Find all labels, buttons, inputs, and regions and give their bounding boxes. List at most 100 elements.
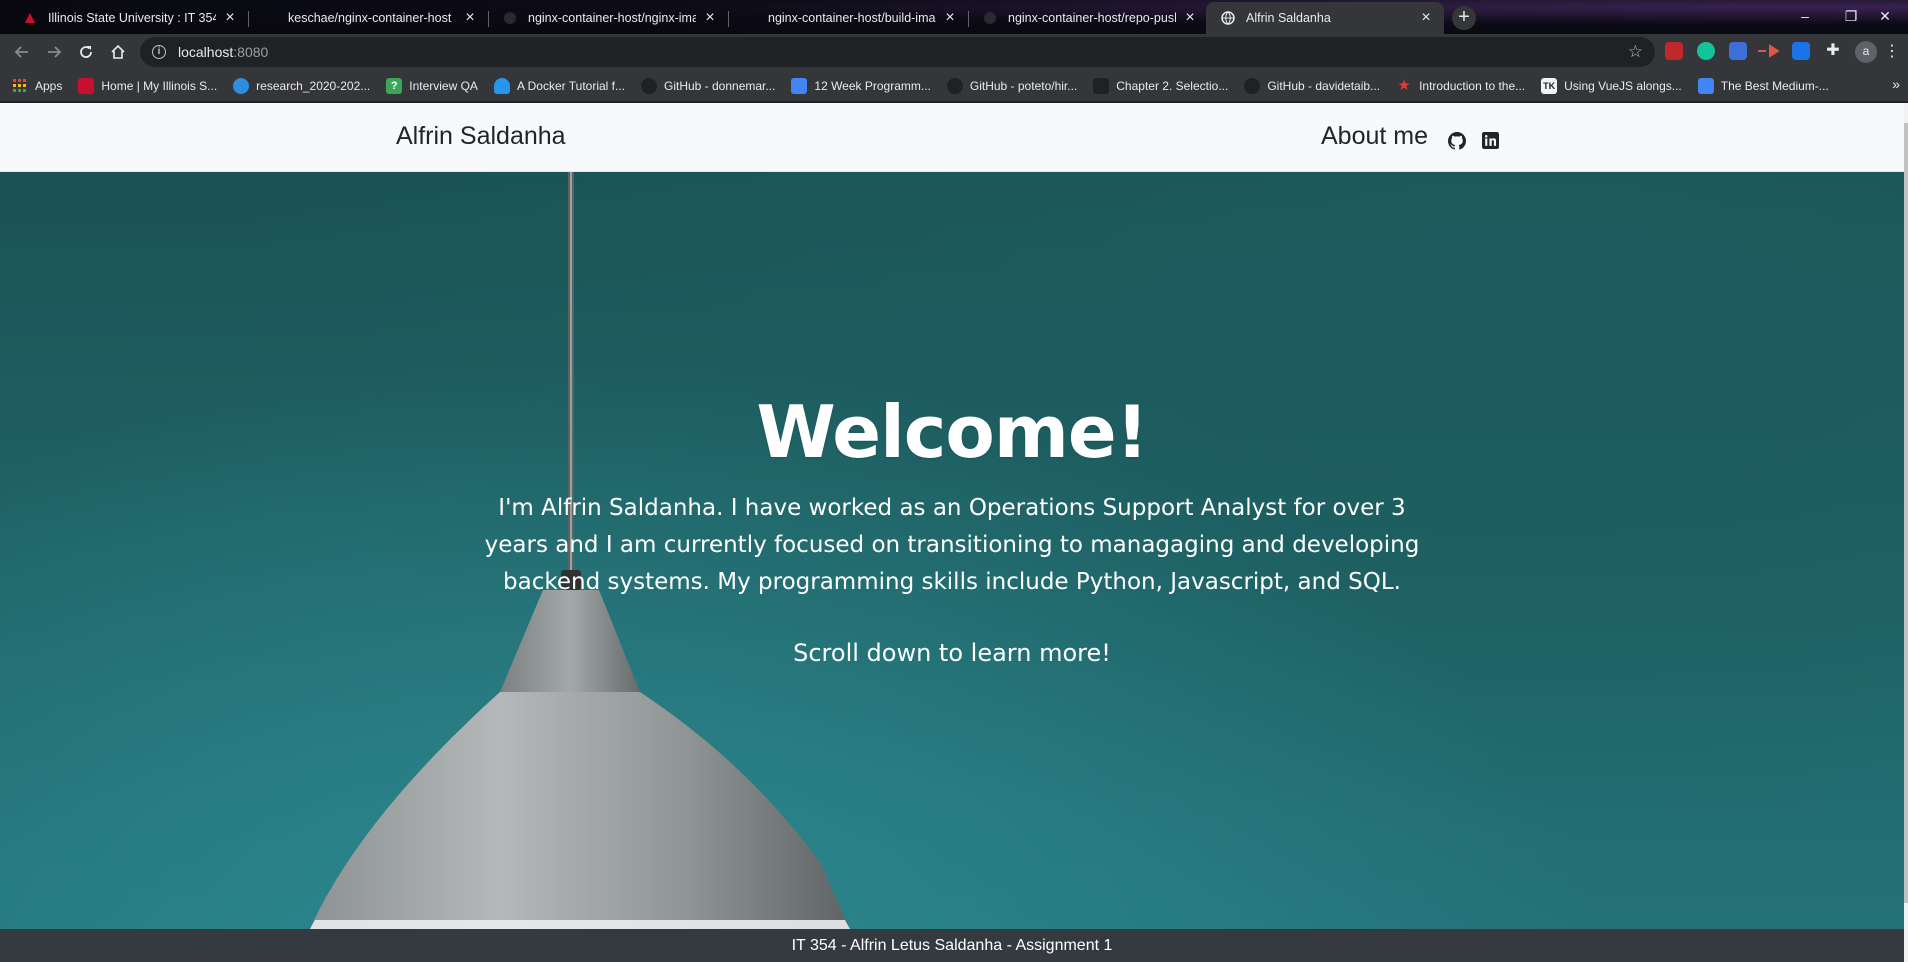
- bookmark-label: research_2020-202...: [256, 78, 371, 93]
- reload-icon: [80, 46, 92, 58]
- tab-close-icon[interactable]: ×: [1182, 10, 1198, 26]
- bookmark-research[interactable]: research_2020-202...: [233, 77, 371, 94]
- tab-close-icon[interactable]: ×: [462, 10, 478, 26]
- record-extension-icon[interactable]: [1757, 42, 1780, 60]
- close-window-button[interactable]: ✕: [1862, 4, 1908, 28]
- bookmark-label: Chapter 2. Selectio...: [1116, 78, 1229, 93]
- extension-blue-icon[interactable]: [1729, 42, 1747, 60]
- globe-icon: [1220, 10, 1236, 26]
- github-icon: [742, 10, 758, 26]
- tab-close-icon[interactable]: ×: [222, 10, 238, 26]
- profile-avatar[interactable]: a: [1855, 41, 1877, 63]
- question-icon: ?: [386, 77, 403, 94]
- home-button[interactable]: [106, 40, 130, 64]
- forward-button[interactable]: [42, 40, 66, 64]
- book-icon: [1093, 77, 1110, 94]
- tab-keschae-nginx[interactable]: keschae/nginx-container-host ×: [248, 2, 488, 34]
- bookmark-my-illinois[interactable]: Home | My Illinois S...: [78, 77, 218, 94]
- nav-about-me-link[interactable]: About me: [1321, 122, 1428, 151]
- github-icon[interactable]: [1448, 132, 1466, 150]
- tab-title: Illinois State University : IT 354 00: [48, 11, 216, 25]
- new-tab-button[interactable]: +: [1452, 6, 1476, 30]
- tab-build-image[interactable]: nginx-container-host/build-imag ×: [728, 2, 968, 34]
- tab-title: Alfrin Saldanha: [1246, 11, 1331, 25]
- tab-title: nginx-container-host/nginx-imag: [528, 11, 696, 25]
- arrow-right-icon: [48, 46, 62, 58]
- tab-close-icon[interactable]: ×: [1418, 10, 1434, 26]
- address-bar[interactable]: i localhost :8080 ☆: [140, 37, 1655, 67]
- reload-button[interactable]: [74, 40, 98, 64]
- bookmark-label: 12 Week Programm...: [814, 78, 931, 93]
- bookmark-best-medium[interactable]: The Best Medium-...: [1697, 77, 1829, 94]
- tab-illinois-state[interactable]: Illinois State University : IT 354 00 ×: [8, 2, 248, 34]
- tab-repo-push[interactable]: nginx-container-host/repo-push ×: [968, 2, 1208, 34]
- bookmark-12-week[interactable]: 12 Week Programm...: [791, 77, 931, 94]
- minimize-button[interactable]: –: [1782, 4, 1828, 28]
- apps-grid-icon: [12, 78, 28, 94]
- star-badge-icon: ★: [1397, 76, 1411, 94]
- linkedin-icon[interactable]: [1482, 132, 1500, 150]
- bookmark-introduction[interactable]: ★ Introduction to the...: [1396, 76, 1526, 94]
- bookmark-label: Home | My Illinois S...: [101, 78, 218, 93]
- bookmark-label: The Best Medium-...: [1720, 78, 1829, 93]
- browser-menu-icon[interactable]: ⋮: [1880, 40, 1904, 64]
- site-brand-link[interactable]: Alfrin Saldanha: [396, 122, 566, 151]
- hero-intro-paragraph: I'm Alfrin Saldanha. I have worked as an…: [484, 495, 1420, 595]
- hero-heading: Welcome!: [756, 390, 1148, 474]
- tab-close-icon[interactable]: ×: [942, 10, 958, 26]
- tab-alfrin-saldanha[interactable]: Alfrin Saldanha ×: [1206, 2, 1444, 34]
- page-viewport: Alfrin Saldanha About me Welcome! I'm Al…: [0, 103, 1908, 962]
- home-icon: [111, 44, 125, 59]
- bookmark-label: GitHub - davidetaib...: [1267, 78, 1381, 93]
- github-icon: [502, 10, 518, 26]
- page-scrollbar[interactable]: [1904, 103, 1908, 962]
- doc-blue-icon: [1697, 77, 1714, 94]
- bookmark-label: Using VueJS alongs...: [1564, 78, 1682, 93]
- bookmarks-overflow-icon[interactable]: »: [1892, 76, 1900, 92]
- bookmark-apps[interactable]: Apps: [12, 78, 62, 94]
- site-footer: IT 354 - Alfrin Letus Saldanha - Assignm…: [0, 929, 1904, 962]
- bookmark-label: A Docker Tutorial f...: [516, 78, 625, 93]
- bookmark-chapter-2[interactable]: Chapter 2. Selectio...: [1093, 77, 1229, 94]
- tab-title: keschae/nginx-container-host: [288, 11, 452, 25]
- bookmark-github-davidetaib[interactable]: GitHub - davidetaib...: [1244, 77, 1381, 94]
- tab-title: nginx-container-host/repo-push: [1008, 11, 1176, 25]
- address-port: :8080: [233, 44, 269, 60]
- bookmark-label: Introduction to the...: [1419, 78, 1526, 93]
- s-extension-icon[interactable]: [1792, 42, 1810, 60]
- tab-nginx-image[interactable]: nginx-container-host/nginx-imag ×: [488, 2, 728, 34]
- hero-scroll-prompt: Scroll down to learn more!: [793, 639, 1111, 667]
- onedrive-icon: [233, 77, 250, 94]
- address-host: localhost: [178, 44, 234, 60]
- google-docs-icon: [791, 77, 808, 94]
- bookmark-label: GitHub - donnemar...: [664, 78, 776, 93]
- bookmark-label: Interview QA: [409, 78, 478, 93]
- github-icon: [1244, 77, 1261, 94]
- tab-close-icon[interactable]: ×: [702, 10, 718, 26]
- github-icon: [641, 77, 657, 94]
- tab-title: nginx-container-host/build-imag: [768, 11, 936, 25]
- site-navbar: Alfrin Saldanha About me: [0, 103, 1904, 172]
- bookmark-label: GitHub - poteto/hir...: [969, 78, 1078, 93]
- ublock-extension-icon[interactable]: [1665, 42, 1683, 60]
- isu-redbird-icon: [22, 10, 38, 26]
- browser-tab-strip: Illinois State University : IT 354 00 × …: [0, 0, 1908, 34]
- docker-icon: [493, 77, 510, 94]
- back-button[interactable]: [10, 40, 34, 64]
- docker-icon: [262, 10, 278, 26]
- bookmark-interview-qa[interactable]: ? Interview QA: [386, 77, 478, 94]
- info-icon[interactable]: i: [152, 45, 166, 59]
- tk-icon: TK: [1541, 77, 1558, 94]
- grammarly-extension-icon[interactable]: [1697, 42, 1715, 60]
- puzzle-extensions-icon[interactable]: ✚: [1824, 42, 1842, 60]
- bookmark-star-icon[interactable]: ☆: [1628, 42, 1643, 62]
- bookmark-using-vuejs[interactable]: TK Using VueJS alongs...: [1541, 77, 1682, 94]
- browser-toolbar: i localhost :8080 ☆ ✚ a ⋮: [0, 34, 1908, 70]
- arrow-left-icon: [14, 46, 28, 58]
- bookmarks-bar: Apps Home | My Illinois S... research_20…: [0, 70, 1908, 102]
- scrollbar-thumb[interactable]: [1904, 123, 1908, 903]
- bookmark-github-donnemar[interactable]: GitHub - donnemar...: [641, 77, 776, 94]
- bookmark-github-poteto[interactable]: GitHub - poteto/hir...: [946, 77, 1078, 94]
- bookmark-docker-tutorial[interactable]: A Docker Tutorial f...: [493, 77, 625, 94]
- github-icon: [946, 77, 963, 94]
